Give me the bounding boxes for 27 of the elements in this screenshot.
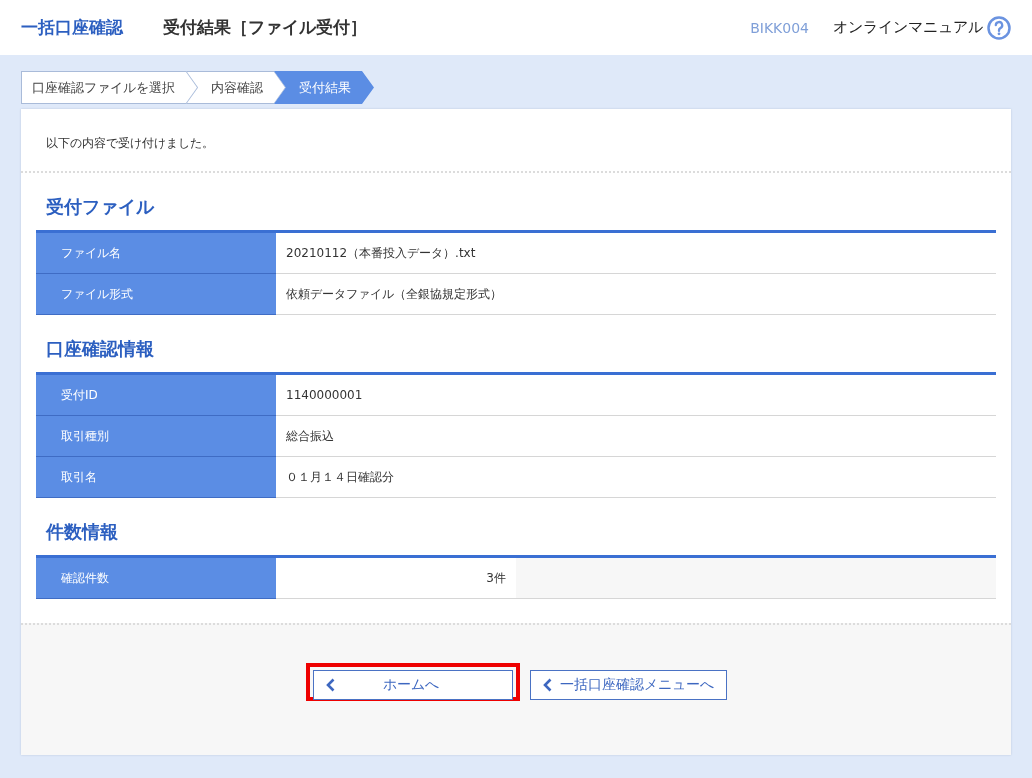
field-label: ファイル形式	[36, 274, 276, 315]
chevron-left-icon	[542, 678, 552, 692]
section-heading: 口座確認情報	[45, 337, 155, 361]
section-heading: 件数情報	[44, 520, 119, 544]
field-value: 1140000001	[285, 387, 364, 404]
progress-step: 受付結果	[274, 71, 374, 104]
field-label: ファイル名	[36, 233, 276, 274]
result-message: 以下の内容で受け付けました。	[21, 109, 1011, 173]
field-label: 取引種別	[36, 416, 276, 457]
page-title: 受付結果［ファイル受付］	[163, 16, 367, 39]
field-value: 総合振込	[285, 427, 335, 445]
field-label: 確認件数	[36, 558, 276, 599]
field-value: 20210112（本番投入データ）.txt	[285, 244, 477, 262]
help-icon[interactable]	[987, 15, 1011, 40]
progress-step: 口座確認ファイルを選択	[21, 71, 198, 104]
section-heading: 受付ファイル	[45, 195, 156, 219]
field-value: 依頼データファイル（全銀協規定形式）	[285, 285, 503, 303]
field-label: 取引名	[36, 457, 276, 498]
screen-id: BIKK004	[750, 19, 809, 36]
field-value: ０１月１４日確認分	[285, 468, 395, 486]
online-manual-link[interactable]: オンラインマニュアル	[833, 18, 983, 37]
app-title: 一括口座確認	[21, 16, 123, 39]
field-value: 3件	[485, 569, 507, 587]
chevron-left-icon	[325, 678, 335, 692]
field-label: 受付ID	[36, 375, 276, 416]
back-button[interactable]: ホームへ	[312, 670, 513, 700]
back-button[interactable]: 一括口座確認メニューへ	[529, 670, 727, 700]
